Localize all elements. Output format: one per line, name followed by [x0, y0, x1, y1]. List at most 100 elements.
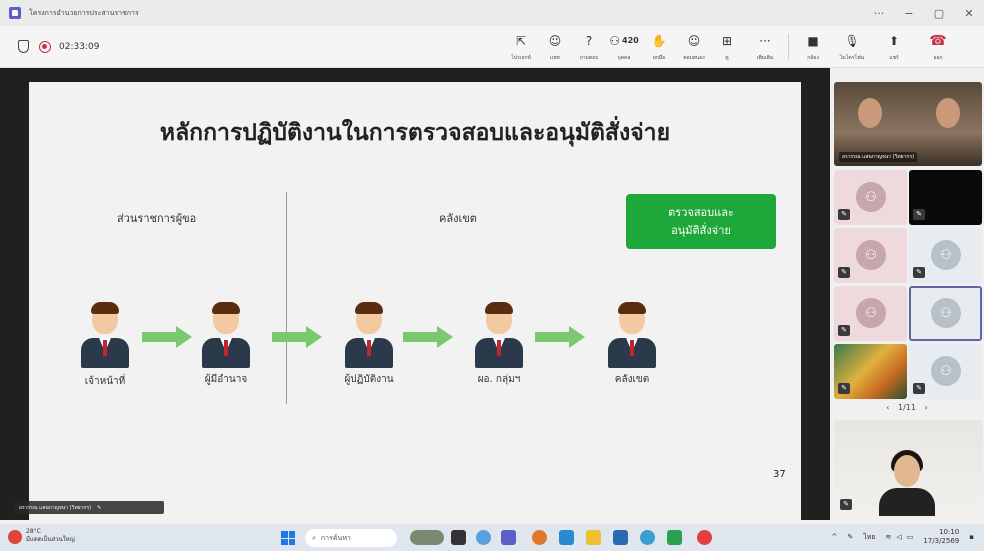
maximize-button[interactable]: ▢	[924, 7, 954, 20]
avatar-icon: ⚇	[856, 240, 886, 270]
participant-tile[interactable]: ⚇ ✎	[834, 228, 907, 283]
share-tray-button[interactable]: ⇱ โปรเจกท์	[504, 26, 538, 68]
meeting-timer: 02:33:09	[59, 41, 100, 52]
mic-off-icon: ✎	[838, 267, 850, 278]
mic-tray-icon[interactable]: ✎	[847, 533, 853, 541]
start-button[interactable]	[281, 531, 295, 545]
mic-off-icon: 🎙	[844, 34, 860, 48]
slide-page-number: 37	[773, 469, 786, 480]
leave-button[interactable]: ☎ ออก	[915, 26, 961, 68]
chevron-up-icon[interactable]: ^	[831, 533, 837, 541]
toolbar-button-label: แชท	[550, 55, 560, 61]
weather-desc: มีแดดเป็นส่วนใหญ่	[26, 536, 75, 543]
minimize-button[interactable]: −	[894, 7, 924, 20]
person-operator-icon	[339, 302, 399, 374]
search-icon: ⌕	[312, 533, 316, 542]
avatar-icon: ⚇	[856, 298, 886, 328]
share-tray-icon: ⇱	[515, 34, 527, 48]
battery-icon[interactable]: ▭	[907, 533, 914, 541]
taskbar-app-icon[interactable]	[532, 530, 547, 545]
participant-name: อรวรรณ แสนกาญจนา (วิทยากร)	[839, 152, 918, 162]
more-icon: ···	[759, 34, 771, 48]
pager-label: 1/11	[898, 403, 916, 412]
system-tray: ^ ✎ ไทย ≋ ◁ ▭ 10:10 17/3/2569 ▪	[831, 528, 974, 546]
section-label-requester: ส่วนราชการผู้ขอ	[117, 212, 197, 225]
reactions-button[interactable]: ☺ ตอบสนอง	[676, 26, 712, 68]
participant-video-tile[interactable]: ✎	[834, 344, 907, 399]
camera-icon: ■	[807, 34, 819, 48]
view-button[interactable]: ⊞ ดู	[712, 26, 742, 68]
camera-button[interactable]: ■ กล้อง	[795, 26, 831, 68]
mic-off-icon: ✎	[913, 209, 925, 220]
shield-icon[interactable]	[18, 40, 29, 53]
window-title: โครงการอำนวยการประสานราชการ	[29, 8, 139, 17]
volume-icon[interactable]: ◁	[896, 533, 901, 541]
approve-box: ตรวจสอบและ อนุมัติสั่งจ่าย	[626, 194, 776, 249]
edge-browser-icon[interactable]	[640, 530, 655, 545]
person-label: ผู้ปฏิบัติงาน	[344, 374, 394, 385]
mic-off-icon: ✎	[840, 499, 852, 510]
participant-tile[interactable]: ⚇ ✎	[834, 170, 907, 225]
more-options-icon[interactable]: ···	[864, 7, 894, 20]
taskbar-app-icon[interactable]	[613, 530, 628, 545]
participant-tile[interactable]: ⚇ ✎	[909, 344, 982, 399]
participant-video-tile[interactable]: อรวรรณ แสนกาญจนา (วิทยากร)	[834, 82, 982, 166]
participant-tile-selected[interactable]: ⚇	[909, 286, 982, 341]
wifi-icon[interactable]: ≋	[885, 533, 891, 541]
mic-off-icon: ✎	[838, 383, 850, 394]
more-button[interactable]: ··· เพิ่มเติม	[742, 26, 788, 68]
teams-app-icon	[9, 7, 21, 19]
flow-arrow-icon	[403, 326, 455, 348]
window-titlebar: โครงการอำนวยการประสานราชการ ··· − ▢ ✕	[0, 0, 984, 26]
self-view-video[interactable]: ✎	[834, 420, 983, 516]
slide-title: หลักการปฏิบัติงานในการตรวจสอบและอนุมัติส…	[159, 120, 671, 146]
toolbar-button-label: ออก	[933, 55, 943, 61]
people-button[interactable]: ⚇ 420 บุคคล	[606, 26, 642, 68]
presenter-name-tag: อรวรรณ แสนกาญจนา (วิทยากร) ✎	[14, 501, 164, 514]
meeting-toolbar: 02:33:09 ⇱ โปรเจกท์ ☺ แชท ? ถามตอบ ⚇ 420 บุคคล ✋ ย…	[0, 26, 984, 68]
taskbar-search[interactable]: ⌕ การค้นหา	[305, 529, 397, 547]
qa-button[interactable]: ? ถามตอบ	[572, 26, 606, 68]
person-label: คลังเขต	[614, 374, 650, 385]
participant-pager: ‹ 1/11 ›	[830, 403, 984, 412]
toolbar-button-label: แชร์	[889, 55, 899, 61]
notification-icon[interactable]: ▪	[969, 533, 974, 541]
chat-button[interactable]: ☺ แชท	[538, 26, 572, 68]
participant-tile[interactable]: ⚇ ✎	[909, 228, 982, 283]
presenter-name: อรวรรณ แสนกาญจนา (วิทยากร)	[19, 504, 92, 511]
avatar-icon: ⚇	[856, 182, 886, 212]
window-controls: ··· − ▢ ✕	[864, 0, 984, 26]
mic-off-button[interactable]: 🎙 ไมโครโฟน	[831, 26, 873, 68]
taskbar-clock[interactable]: 10:10 17/3/2569	[923, 528, 959, 546]
weather-widget[interactable]: 28°C มีแดดเป็นส่วนใหญ่	[26, 528, 75, 544]
toolbar-buttons: ⇱ โปรเจกท์ ☺ แชท ? ถามตอบ ⚇ 420 บุคคล ✋ ยกมือ ☺ ตอบส…	[504, 26, 961, 68]
language-indicator[interactable]: ไทย	[863, 532, 875, 543]
slide-divider	[286, 192, 287, 404]
raise-hand-button[interactable]: ✋ ยกมือ	[642, 26, 676, 68]
participant-tile[interactable]: ⚇ ✎	[834, 286, 907, 341]
teams-taskbar-icon[interactable]	[501, 530, 516, 545]
chevron-left-icon[interactable]: ‹	[886, 403, 889, 412]
approve-box-line2: อนุมัติสั่งจ่าย	[671, 223, 731, 237]
toolbar-separator	[788, 34, 789, 60]
person-treasury-icon	[602, 302, 662, 374]
avatar-icon: ⚇	[931, 356, 961, 386]
mic-off-icon: ✎	[838, 325, 850, 336]
line-app-icon[interactable]	[667, 530, 682, 545]
taskbar-app-icon[interactable]	[559, 530, 574, 545]
close-button[interactable]: ✕	[954, 7, 984, 20]
taskbar-app-icon[interactable]	[451, 530, 466, 545]
chat-icon: ☺	[548, 34, 562, 48]
participant-tile[interactable]: ✎	[909, 170, 982, 225]
file-explorer-icon[interactable]	[586, 530, 601, 545]
taskbar-app-icon[interactable]	[410, 530, 444, 545]
chrome-browser-icon[interactable]	[697, 530, 712, 545]
person-label: ผู้มีอำนาจ	[204, 374, 248, 385]
share-button[interactable]: ⬆ แชร์	[873, 26, 915, 68]
taskbar-app-icon[interactable]	[476, 530, 491, 545]
toolbar-button-label: ถามตอบ	[579, 55, 599, 61]
person-authority-icon	[196, 302, 256, 374]
view-icon: ⊞	[721, 34, 733, 48]
weather-icon[interactable]	[8, 530, 22, 544]
chevron-right-icon[interactable]: ›	[925, 403, 928, 412]
